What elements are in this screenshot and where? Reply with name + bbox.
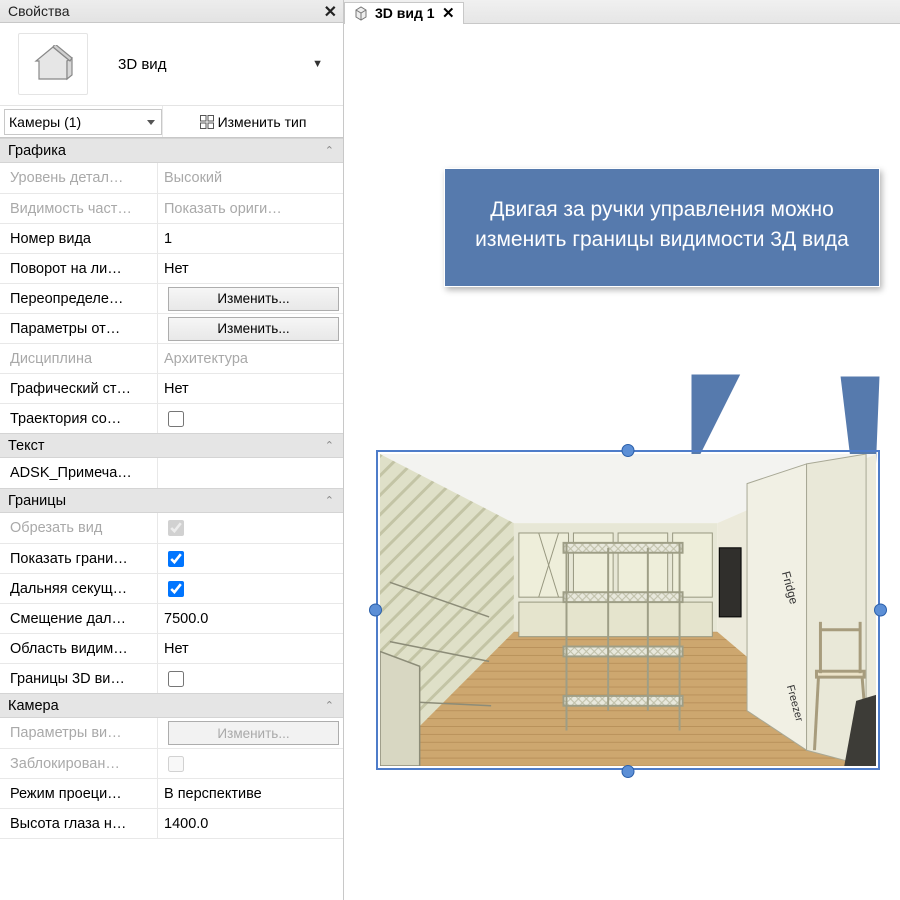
viewport-area: 3D вид 1 ✕ Двигая за ручки управления мо… [344,0,900,900]
prop-label: Режим проеци… [0,779,158,808]
group-header-bounds[interactable]: Границы ⌃ [0,488,343,513]
prop-value[interactable]: 7500.0 [158,604,343,633]
panel-close-button[interactable]: ✕ [324,2,337,22]
prop-label: Траектория со… [0,404,158,433]
prop-label: Границы 3D ви… [0,664,158,693]
prop-label: Смещение дал… [0,604,158,633]
prop-value[interactable] [158,458,343,488]
chevron-updown-icon: ⌃ [325,144,335,157]
prop-value: Показать ориги… [158,194,343,223]
view-tab-bar: 3D вид 1 ✕ [344,0,900,24]
edit-button[interactable]: Изменить... [168,287,339,311]
edit-type-button[interactable]: Изменить тип [162,106,343,137]
prop-value[interactable]: Нет [158,374,343,403]
prop-label: Показать грани… [0,544,158,573]
crop-region[interactable]: Fridge Freezer [376,450,880,770]
instance-row: Камеры (1) Изменить тип [0,106,343,138]
type-label: 3D вид [88,56,312,73]
checkbox[interactable] [168,581,184,597]
prop-value[interactable]: Нет [158,254,343,283]
prop-label: Дисциплина [0,344,158,373]
tab-close-button[interactable]: ✕ [442,4,455,22]
chevron-updown-icon: ⌃ [325,699,335,712]
prop-value[interactable]: 1400.0 [158,809,343,838]
prop-value[interactable]: 1 [158,224,343,253]
prop-value: Архитектура [158,344,343,373]
prop-value[interactable]: Нет [158,634,343,663]
prop-value[interactable]: В перспективе [158,779,343,808]
panel-title-bar: Свойства ✕ [0,0,343,23]
prop-label: Область видим… [0,634,158,663]
prop-label: Дальняя секущ… [0,574,158,603]
checkbox [168,520,184,536]
group-header-camera[interactable]: Камера ⌃ [0,693,343,718]
edit-button: Изменить... [168,721,339,745]
checkbox [168,756,184,772]
house-icon [18,33,88,95]
properties-panel: Свойства ✕ 3D вид ▼ Камеры (1) [0,0,344,900]
type-selector-row[interactable]: 3D вид ▼ [0,23,343,106]
group-header-graphics[interactable]: Графика ⌃ [0,138,343,163]
instance-combobox[interactable]: Камеры (1) [4,109,162,135]
crop-border [376,450,880,770]
tab-title: 3D вид 1 [375,5,435,21]
edit-type-icon [200,115,214,129]
group-graphics-rows: Уровень детал… Высокий Видимость част… П… [0,163,343,433]
group-header-text[interactable]: Текст ⌃ [0,433,343,458]
prop-label: Параметры от… [0,314,158,343]
prop-label: Графический ст… [0,374,158,403]
prop-label: Обрезать вид [0,513,158,543]
crop-handle-top[interactable] [622,444,635,457]
prop-value: Высокий [158,163,343,193]
chevron-updown-icon: ⌃ [325,439,335,452]
prop-label: Заблокирован… [0,749,158,778]
prop-label: Поворот на ли… [0,254,158,283]
prop-label: ADSK_Примеча… [0,458,158,488]
crop-handle-right[interactable] [874,604,887,617]
checkbox[interactable] [168,411,184,427]
prop-label: Номер вида [0,224,158,253]
dropdown-arrow-icon: ▼ [312,58,333,70]
prop-label: Параметры ви… [0,718,158,748]
crop-handle-bottom[interactable] [622,765,635,778]
chevron-updown-icon: ⌃ [325,494,335,507]
edit-button[interactable]: Изменить... [168,317,339,341]
annotation-callout: Двигая за ручки управления можно изменит… [444,168,880,287]
prop-label: Уровень детал… [0,163,158,193]
checkbox[interactable] [168,551,184,567]
checkbox[interactable] [168,671,184,687]
tab-3d-view[interactable]: 3D вид 1 ✕ [344,2,464,24]
prop-label: Переопределе… [0,284,158,313]
prop-label: Высота глаза н… [0,809,158,838]
panel-title: Свойства [8,3,69,19]
crop-handle-left[interactable] [369,604,382,617]
prop-label: Видимость част… [0,194,158,223]
cube-icon [353,5,369,21]
